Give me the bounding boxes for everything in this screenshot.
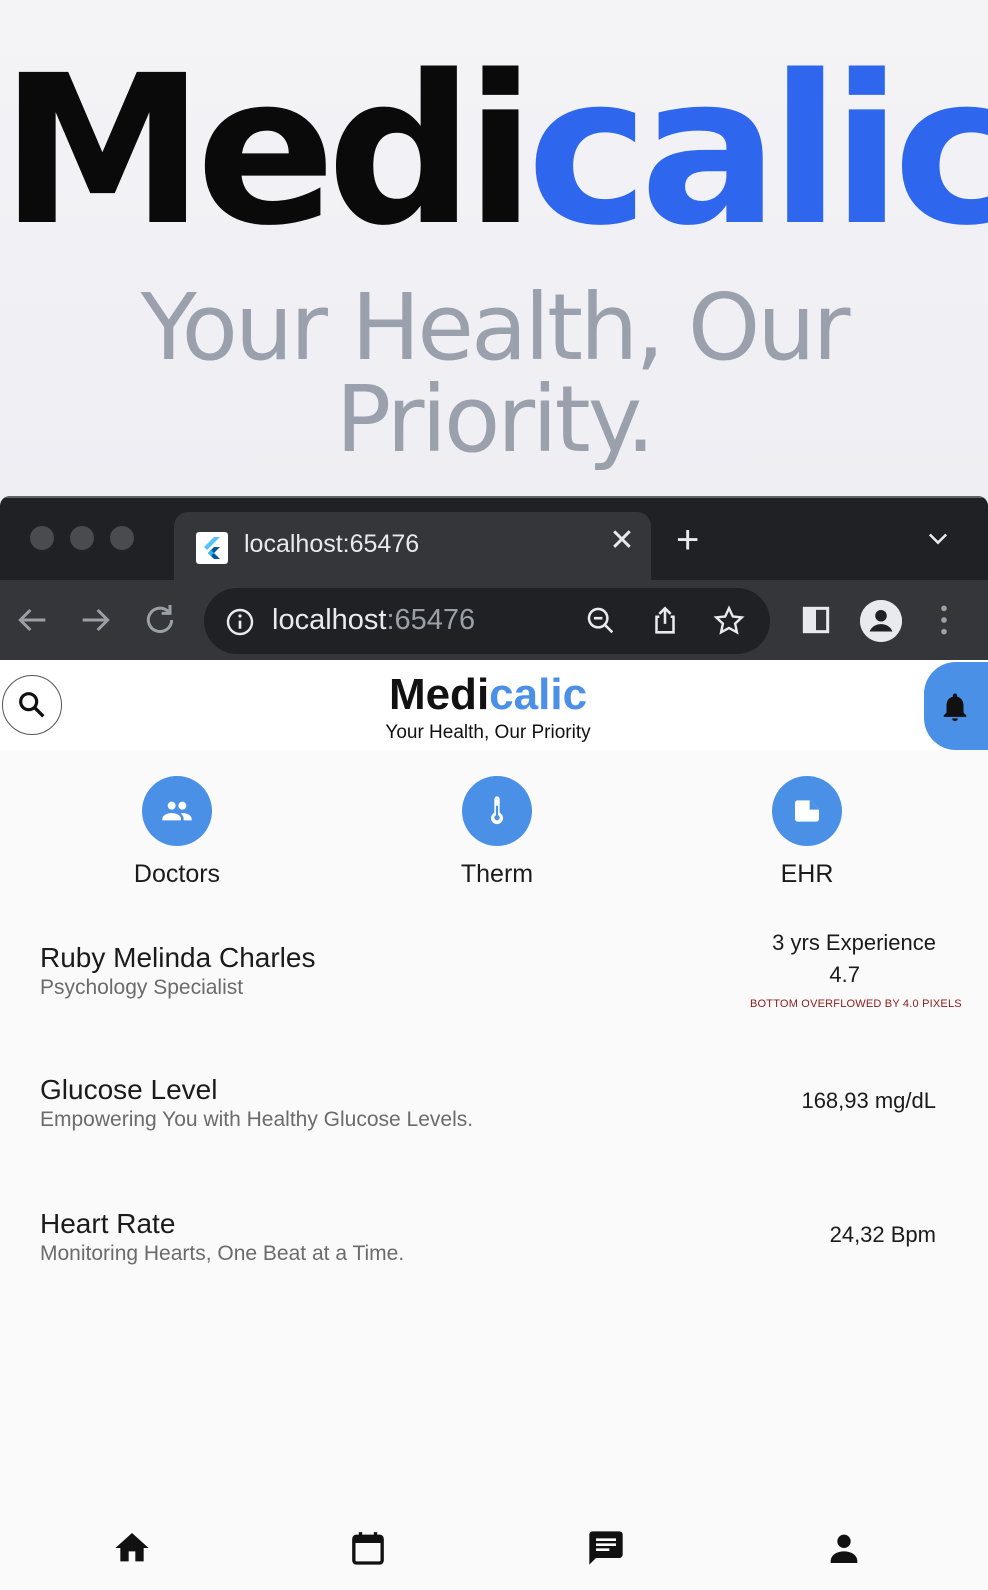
doctor-card[interactable]: Ruby Melinda Charles Psychology Speciali… <box>0 920 988 1040</box>
thermometer-icon <box>491 796 503 825</box>
category-therm[interactable]: Therm <box>417 776 577 889</box>
overflow-warning: BOTTOM OVERFLOWED BY 4.0 PIXELS <box>750 998 962 1010</box>
category-doctors[interactable]: Doctors <box>97 776 257 889</box>
tab-search-icon[interactable] <box>924 524 952 557</box>
heart-rate-title: Heart Rate <box>40 1208 176 1239</box>
window-close-dot[interactable] <box>30 526 54 550</box>
home-icon[interactable] <box>112 1528 152 1568</box>
person-icon[interactable] <box>824 1528 864 1568</box>
bell-icon <box>943 693 967 722</box>
notifications-button[interactable] <box>924 662 988 750</box>
category-label: EHR <box>780 860 834 888</box>
heart-rate-card[interactable]: Heart Rate Monitoring Hearts, One Beat a… <box>0 1186 988 1306</box>
app-bar: Medicalic Your Health, Our Priority <box>0 660 988 750</box>
people-icon <box>162 801 192 821</box>
glucose-title: Glucose Level <box>40 1074 218 1105</box>
brand-part1: Medi <box>388 670 490 719</box>
heart-rate-subtitle: Monitoring Hearts, One Beat at a Time. <box>40 1242 405 1265</box>
doctor-specialty: Psychology Specialist <box>40 976 244 999</box>
forward-icon[interactable] <box>76 600 116 640</box>
address-bar[interactable]: localhost:65476 <box>204 588 770 654</box>
address-port: :65476 <box>386 604 476 636</box>
doctor-rating: 4.7 <box>829 962 860 987</box>
window-zoom-dot[interactable] <box>110 526 134 550</box>
profile-icon[interactable] <box>860 600 902 642</box>
new-tab-icon[interactable]: + <box>676 520 699 560</box>
share-icon[interactable] <box>648 604 682 638</box>
menu-icon[interactable] <box>924 600 964 640</box>
zoom-out-icon[interactable] <box>584 604 618 638</box>
hero-logo-part2: calic <box>526 31 988 271</box>
brand-logo: Medicalic <box>0 672 976 718</box>
browser-tab[interactable]: localhost:65476 ✕ <box>174 512 651 582</box>
brand-part2: calic <box>489 670 588 719</box>
tab-close-icon[interactable]: ✕ <box>604 526 640 562</box>
back-icon[interactable] <box>12 600 52 640</box>
bottom-navigation <box>0 1490 988 1590</box>
category-label: Doctors <box>133 860 221 888</box>
tab-title: localhost:65476 <box>244 530 420 558</box>
tab-strip: localhost:65476 ✕ + <box>0 496 988 582</box>
info-icon[interactable] <box>224 606 256 643</box>
window-minimize-dot[interactable] <box>70 526 94 550</box>
chat-icon[interactable] <box>586 1528 626 1568</box>
hero-tagline: Your Health, Our Priority. <box>140 274 851 473</box>
category-ehr[interactable]: EHR <box>727 776 887 889</box>
doctor-name: Ruby Melinda Charles <box>40 942 316 973</box>
category-label: Therm <box>460 860 534 888</box>
star-icon[interactable] <box>712 604 746 638</box>
hero-logo: Medicalic <box>0 48 988 254</box>
calendar-icon[interactable] <box>348 1528 388 1568</box>
glucose-subtitle: Empowering You with Healthy Glucose Leve… <box>40 1108 474 1131</box>
browser-window: localhost:65476 ✕ + localhost:65476 Medi… <box>0 496 988 1590</box>
hero-banner: Medicalic Your Health, Our Priority. <box>0 0 988 496</box>
glucose-value: 168,93 mg/dL <box>801 1088 936 1113</box>
brand-tagline: Your Health, Our Priority <box>385 722 591 743</box>
address-url: localhost:65476 <box>272 604 475 637</box>
heart-rate-value: 24,32 Bpm <box>829 1222 936 1247</box>
app-content: Medicalic Your Health, Our Priority Doct… <box>0 660 988 1590</box>
category-icon-circle <box>772 776 842 846</box>
category-icon-circle <box>142 776 212 846</box>
label-icon <box>795 800 819 822</box>
reload-icon[interactable] <box>140 600 180 640</box>
hero-logo-part1: Medi <box>0 31 536 271</box>
doctor-experience: 3 yrs Experience <box>772 930 936 955</box>
browser-toolbar: localhost:65476 <box>0 580 988 660</box>
glucose-card[interactable]: Glucose Level Empowering You with Health… <box>0 1052 988 1172</box>
flutter-icon <box>196 532 228 564</box>
category-icon-circle <box>462 776 532 846</box>
address-host: localhost <box>272 604 387 636</box>
side-panel-icon[interactable] <box>796 600 836 640</box>
